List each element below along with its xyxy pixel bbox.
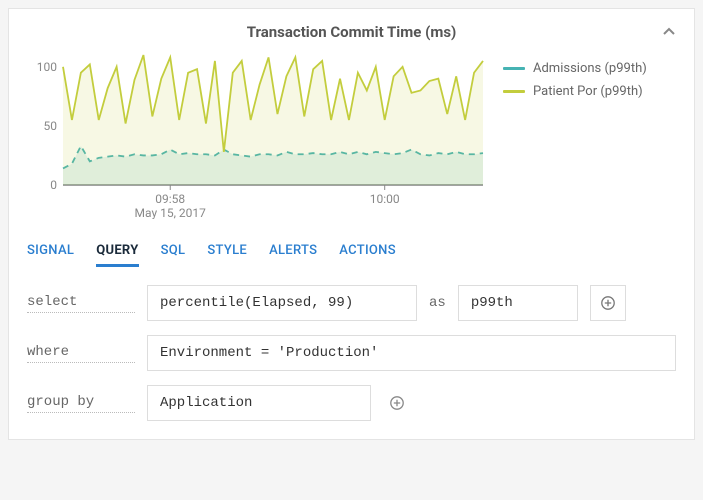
where-label: where bbox=[27, 344, 135, 363]
svg-text:50: 50 bbox=[44, 119, 58, 133]
select-input[interactable] bbox=[147, 285, 417, 321]
select-label: select bbox=[27, 294, 135, 313]
svg-text:10:00: 10:00 bbox=[370, 192, 400, 206]
groupby-input[interactable] bbox=[147, 385, 371, 421]
tab-actions[interactable]: ACTIONS bbox=[339, 243, 396, 267]
chart-plot: 0 50 100 09:58 10:00 May 15, 2017 bbox=[27, 49, 487, 219]
legend-item-admissions[interactable]: Admissions (p99th) bbox=[503, 61, 647, 76]
legend: Admissions (p99th) Patient Por (p99th) bbox=[503, 49, 647, 219]
legend-item-patient-por[interactable]: Patient Por (p99th) bbox=[503, 84, 647, 99]
add-groupby-button[interactable] bbox=[383, 389, 411, 417]
svg-text:0: 0 bbox=[50, 178, 57, 192]
swatch-olive bbox=[503, 90, 525, 93]
tab-style[interactable]: STYLE bbox=[207, 243, 247, 267]
legend-label: Admissions (p99th) bbox=[533, 61, 647, 76]
tab-sql[interactable]: SQL bbox=[161, 243, 186, 267]
svg-text:May 15, 2017: May 15, 2017 bbox=[135, 206, 207, 219]
collapse-icon[interactable] bbox=[662, 25, 676, 43]
as-label: as bbox=[429, 295, 446, 311]
alias-input[interactable] bbox=[458, 285, 578, 321]
chart-title: Transaction Commit Time (ms) bbox=[247, 23, 457, 41]
groupby-label: group by bbox=[27, 394, 135, 413]
add-select-button[interactable] bbox=[590, 285, 626, 321]
legend-label: Patient Por (p99th) bbox=[533, 84, 643, 99]
swatch-teal bbox=[503, 67, 525, 70]
tab-alerts[interactable]: ALERTS bbox=[269, 243, 317, 267]
tab-signal[interactable]: SIGNAL bbox=[27, 243, 74, 267]
tab-query[interactable]: QUERY bbox=[96, 243, 138, 267]
svg-text:09:58: 09:58 bbox=[155, 192, 185, 206]
where-input[interactable] bbox=[147, 335, 676, 371]
svg-text:100: 100 bbox=[37, 60, 57, 74]
tabs: SIGNAL QUERY SQL STYLE ALERTS ACTIONS bbox=[27, 243, 676, 267]
